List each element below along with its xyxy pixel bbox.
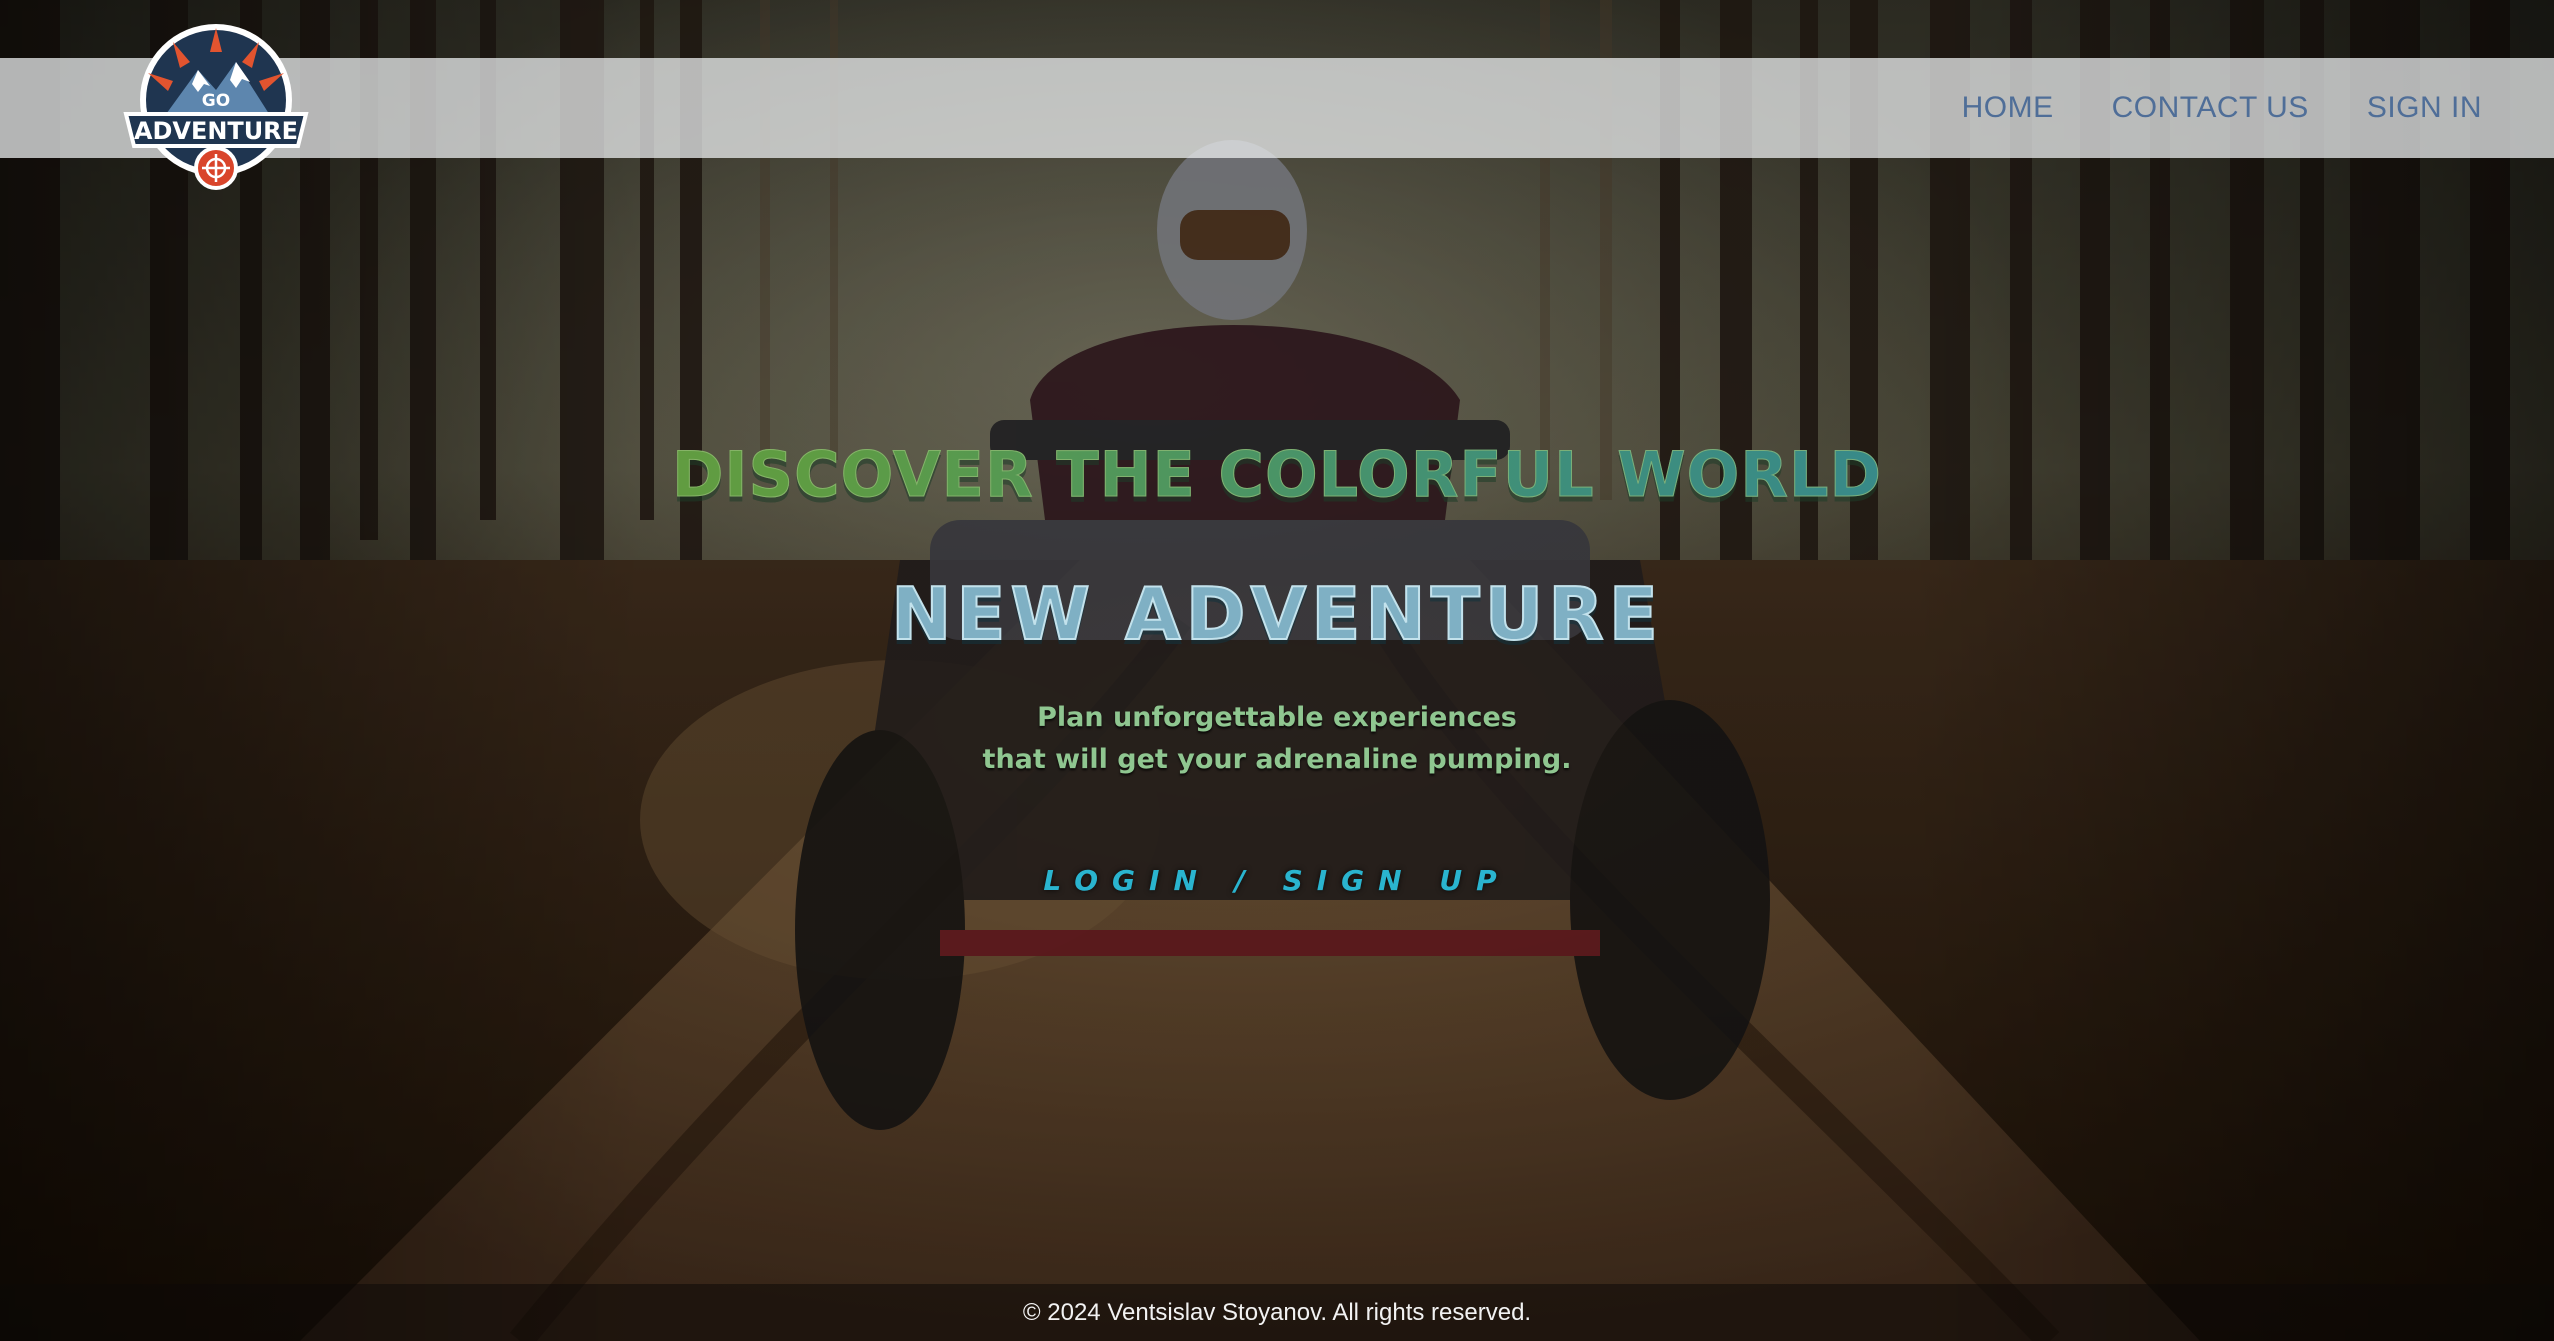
logo-text: ADVENTURE [134,117,298,145]
hero-tagline-line2: that will get your adrenaline pumping. [982,744,1572,775]
nav-contact-us-link[interactable]: CONTACT US [2112,91,2309,125]
go-adventure-logo[interactable]: GO ADVENTURE [118,18,314,200]
main-nav: HOME CONTACT US SIGN IN [1962,58,2482,158]
copyright-text: © 2024 Ventsislav Stoyanov. All rights r… [1022,1298,1532,1326]
footer: © 2024 Ventsislav Stoyanov. All rights r… [0,1284,2554,1341]
hero-tagline-line1: Plan unforgettable experiences [1037,702,1517,733]
login-signup-link[interactable]: LOGIN / SIGN UP [977,864,1577,897]
hero-headline: DISCOVER THE COLORFUL WORLD [0,438,2554,512]
top-navbar: HOME CONTACT US SIGN IN [0,58,2554,158]
compass-icon [194,146,238,190]
logo-small-text: GO [202,91,230,111]
nav-home-link[interactable]: HOME [1962,91,2054,125]
nav-sign-in-link[interactable]: SIGN IN [2367,91,2482,125]
hero-subheadline: NEW ADVENTURE [890,571,1663,657]
hero-background-image [0,0,2554,1341]
